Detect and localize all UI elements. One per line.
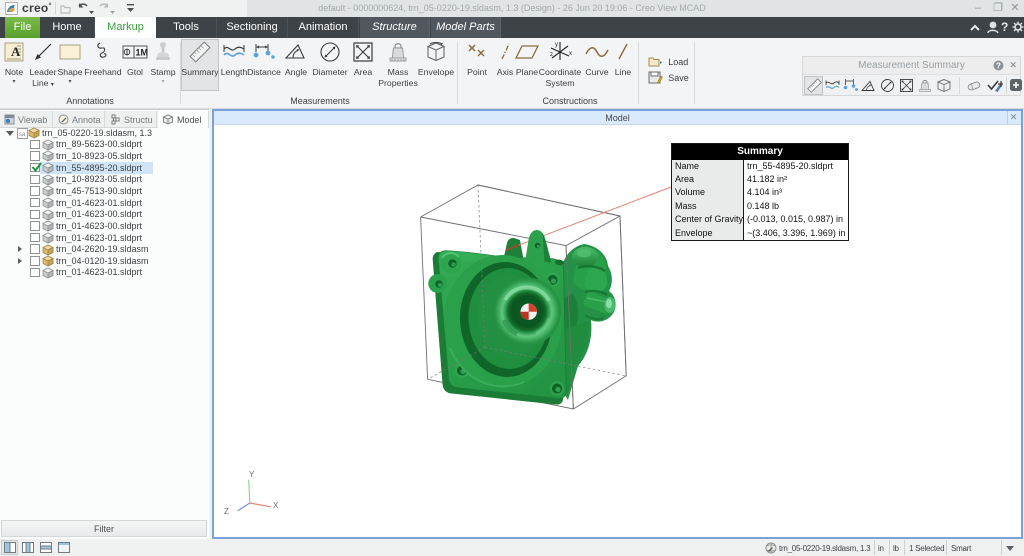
svg-text:y: y	[555, 42, 558, 48]
svg-text:1M: 1M	[136, 48, 149, 58]
svg-text:z: z	[550, 52, 553, 58]
svg-text:?: ?	[996, 61, 1001, 70]
svg-text:Z: Z	[224, 507, 229, 516]
svg-text:sa: sa	[19, 132, 26, 138]
svg-text:X: X	[273, 501, 279, 510]
svg-text:Y: Y	[249, 470, 255, 479]
svg-text:x: x	[569, 51, 572, 57]
